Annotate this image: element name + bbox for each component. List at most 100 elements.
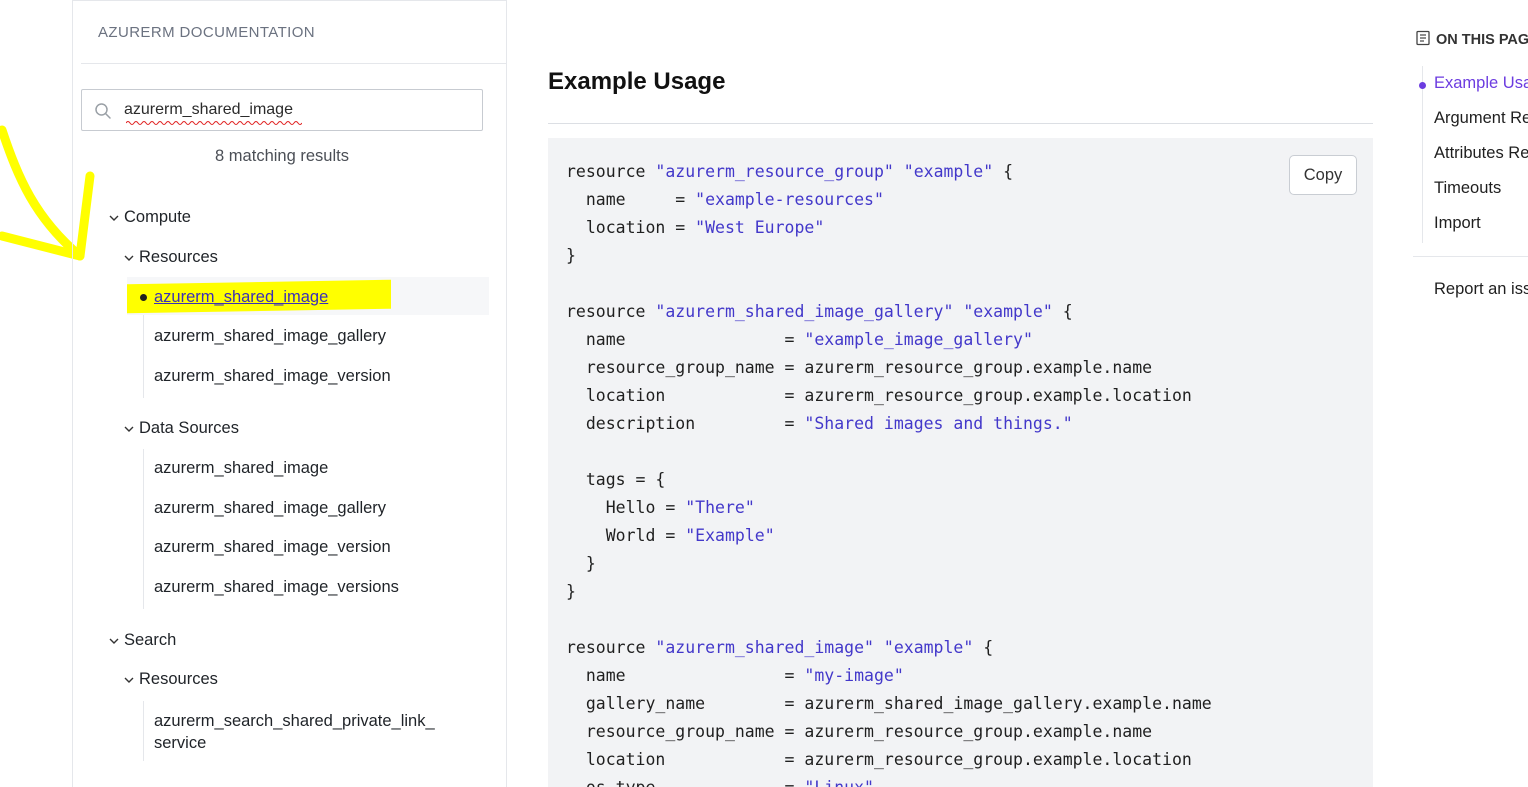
code-string: "example" <box>903 162 994 181</box>
code-string: "azurerm_shared_image_gallery" <box>655 302 954 321</box>
document-list-icon <box>1416 30 1430 46</box>
code-line: name = "example_image_gallery" <box>566 326 1212 354</box>
copy-button[interactable]: Copy <box>1289 155 1357 195</box>
tree-group-label: Compute <box>124 208 191 226</box>
chevron-down-icon <box>108 636 120 646</box>
code-text: name = <box>566 666 805 685</box>
code-text: resource <box>566 302 656 321</box>
active-bullet-icon <box>140 294 147 301</box>
code-string: "example_image_gallery" <box>804 330 1033 349</box>
code-text: tags = { <box>566 470 666 489</box>
chevron-down-icon <box>108 213 120 223</box>
sidebar-item-data-azurerm-shared-image-version[interactable]: azurerm_shared_image_version <box>154 538 391 557</box>
code-string: "Linux" <box>804 778 874 787</box>
code-text: { <box>993 162 1014 181</box>
code-line: Hello = "There" <box>566 494 1212 522</box>
code-line: resource_group_name = azurerm_resource_g… <box>566 718 1212 746</box>
docs-sidebar: AZURERM DOCUMENTATION 8 matching results… <box>72 0 507 787</box>
code-string: "azurerm_shared_image" <box>655 638 874 657</box>
code-text: os_type = <box>566 778 804 787</box>
code-line: description = "Shared images and things.… <box>566 410 1212 438</box>
chevron-down-icon <box>123 424 135 434</box>
sidebar-item-azurerm-shared-image-gallery[interactable]: azurerm_shared_image_gallery <box>154 327 386 346</box>
code-string: "Shared images and things." <box>804 414 1073 433</box>
sidebar-item-data-azurerm-shared-image-versions[interactable]: azurerm_shared_image_versions <box>154 578 399 597</box>
code-string: "Example" <box>685 526 775 545</box>
code-line: location = "West Europe" <box>566 214 1212 242</box>
code-text: World = <box>566 526 686 545</box>
search-box[interactable] <box>81 89 483 131</box>
code-string: "example" <box>963 302 1053 321</box>
code-block: resource "azurerm_resource_group" "examp… <box>548 138 1373 787</box>
toc-rail <box>1422 66 1423 243</box>
code-string: "my-image" <box>804 666 904 685</box>
sidebar-item-data-azurerm-shared-image-gallery[interactable]: azurerm_shared_image_gallery <box>154 499 386 518</box>
sidebar-item-label: azurerm_search_shared_private_link_ <box>154 712 435 730</box>
code-string: "example" <box>883 638 974 657</box>
search-input[interactable] <box>124 98 464 122</box>
code-line: name = "my-image" <box>566 662 1212 690</box>
code-text: } <box>566 246 576 265</box>
tree-group-search-resources[interactable]: Resources <box>123 670 218 689</box>
code-line: } <box>566 550 1212 578</box>
sidebar-item-label: service <box>154 734 207 752</box>
tree-group-data-sources[interactable]: Data Sources <box>123 419 239 438</box>
code-string: "example-resources" <box>695 190 884 209</box>
code-string: "West Europe" <box>695 218 825 237</box>
toc-item-import[interactable]: Import <box>1434 214 1481 233</box>
toc-item-example-usage[interactable]: Example Usage <box>1434 74 1528 93</box>
code-string: "There" <box>685 498 755 517</box>
divider <box>548 123 1373 124</box>
code-text: name = <box>566 190 696 209</box>
code-text: gallery_name = azurerm_shared_image_gall… <box>566 694 1212 713</box>
section-title: Example Usage <box>548 68 726 95</box>
sidebar-item-azurerm-search-shared-private-link-service[interactable]: azurerm_search_shared_private_link_ serv… <box>154 710 435 754</box>
code-content: resource "azurerm_resource_group" "examp… <box>566 158 1212 787</box>
code-text: location = azurerm_resource_group.exampl… <box>566 750 1192 769</box>
code-line: gallery_name = azurerm_shared_image_gall… <box>566 690 1212 718</box>
code-text: location = <box>566 218 696 237</box>
tree-group-label: Search <box>124 631 177 649</box>
code-text: name = <box>566 330 805 349</box>
sidebar-item-azurerm-shared-image-version[interactable]: azurerm_shared_image_version <box>154 367 391 386</box>
tree-group-compute-resources[interactable]: Resources <box>123 248 218 267</box>
active-bullet-icon <box>1419 82 1426 89</box>
toc-item-attributes-reference[interactable]: Attributes Reference <box>1434 144 1528 163</box>
code-text: resource_group_name = azurerm_resource_g… <box>566 358 1153 377</box>
divider <box>1413 256 1528 257</box>
toc-item-timeouts[interactable]: Timeouts <box>1434 179 1501 198</box>
on-this-page-label: ON THIS PAGE <box>1436 32 1528 48</box>
match-count: 8 matching results <box>215 147 349 165</box>
on-this-page-header: ON THIS PAGE <box>1415 30 1528 48</box>
tree-group-label: Data Sources <box>139 419 239 437</box>
tree-group-label: Resources <box>139 670 218 688</box>
spellcheck-underline <box>126 121 302 125</box>
report-issue-link[interactable]: Report an issue <box>1434 280 1528 299</box>
code-line: } <box>566 242 1212 270</box>
chevron-down-icon <box>123 253 135 263</box>
sidebar-item-azurerm-shared-image-active[interactable]: azurerm_shared_image <box>154 288 328 307</box>
tree-guide-line <box>143 449 144 609</box>
code-text: resource <box>566 638 656 657</box>
chevron-down-icon <box>123 675 135 685</box>
toc-item-argument-reference[interactable]: Argument Reference <box>1434 109 1528 128</box>
code-text: } <box>566 554 596 573</box>
code-text: { <box>1052 302 1073 321</box>
code-line: name = "example-resources" <box>566 186 1212 214</box>
code-line: World = "Example" <box>566 522 1212 550</box>
tree-group-label: Resources <box>139 248 218 266</box>
tree-group-search[interactable]: Search <box>108 631 176 650</box>
tree-group-compute[interactable]: Compute <box>108 208 191 227</box>
code-line: location = azurerm_resource_group.exampl… <box>566 746 1212 774</box>
code-line: resource "azurerm_shared_image" "example… <box>566 634 1212 662</box>
sidebar-item-data-azurerm-shared-image[interactable]: azurerm_shared_image <box>154 459 328 478</box>
code-text: } <box>566 582 576 601</box>
code-line: resource "azurerm_resource_group" "examp… <box>566 158 1212 186</box>
code-text: description = <box>566 414 805 433</box>
code-line: tags = { <box>566 466 1212 494</box>
